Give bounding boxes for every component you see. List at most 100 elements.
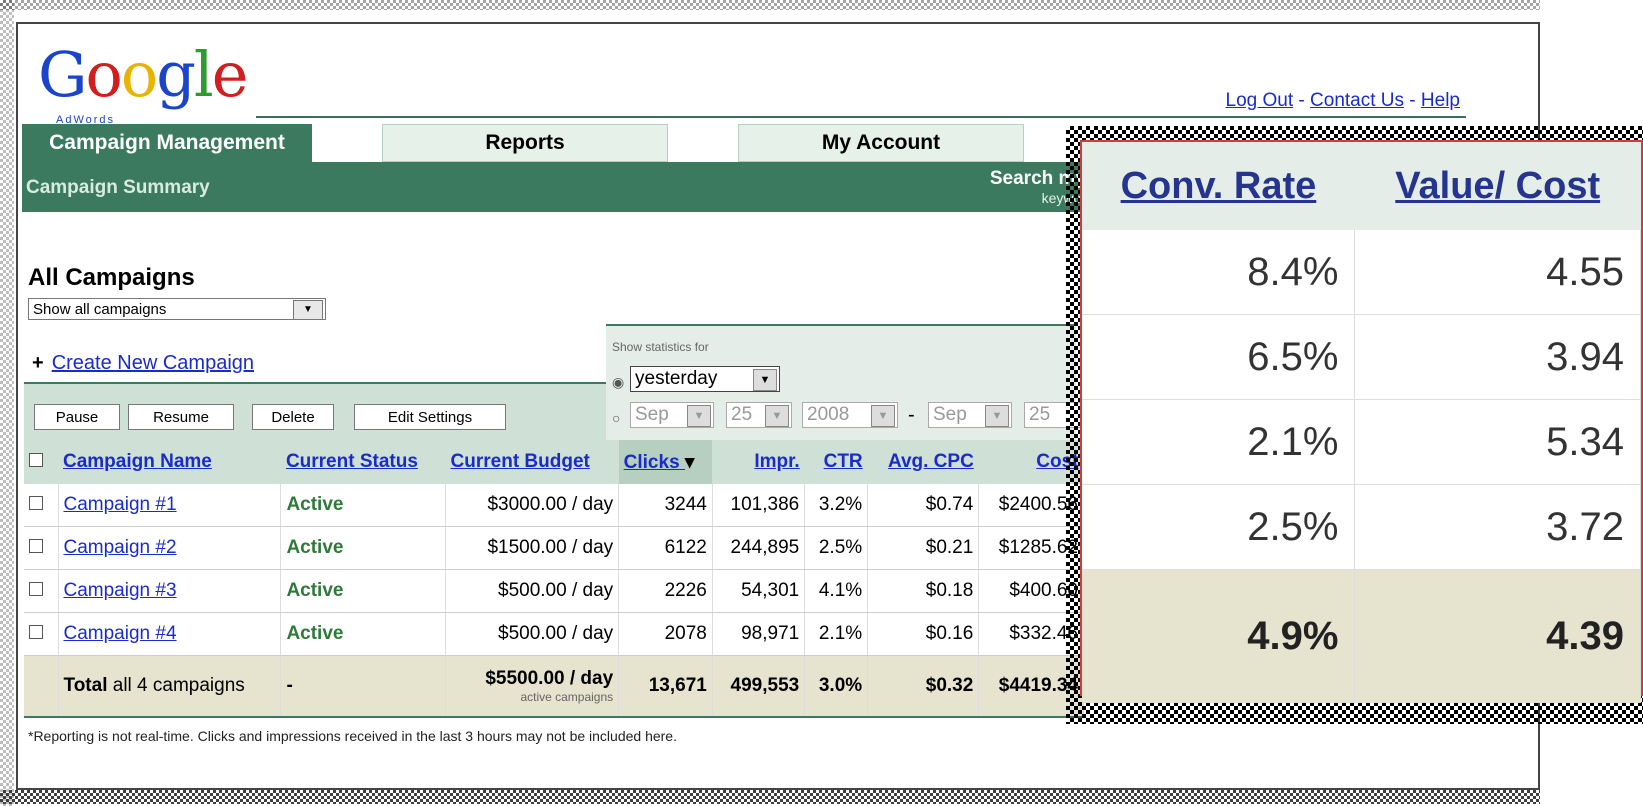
campaign-name-cell: Campaign #4 [58, 612, 282, 656]
budget-cell: $1500.00 / day [445, 526, 620, 570]
checker-border-bottom [0, 790, 1540, 804]
chevron-down-icon[interactable]: ▼ [765, 405, 789, 427]
from-year-value: 2008 [807, 404, 850, 425]
total-value-cost-cell: 4.39 [1354, 569, 1641, 703]
cpc-cell: $0.18 [867, 569, 980, 613]
help-link[interactable]: Help [1421, 90, 1460, 111]
ctr-cell: 2.5% [804, 526, 869, 570]
to-day-value: 25 [1029, 404, 1051, 425]
ctr-cell: 2.1% [804, 612, 869, 656]
row-select-cell [24, 612, 59, 656]
pause-button[interactable]: Pause [34, 404, 120, 430]
header-clicks[interactable]: Clicks ▾ [618, 440, 713, 484]
row-checkbox[interactable] [29, 496, 43, 510]
from-year-select[interactable]: 2008 ▼ [802, 402, 898, 428]
conv-rate-cell: 8.4% [1082, 230, 1356, 315]
select-all-checkbox[interactable] [29, 453, 43, 467]
zoom-header-row: Conv. Rate Value/ Cost [1082, 142, 1641, 230]
campaign-link[interactable]: Campaign #1 [64, 494, 177, 515]
tab-campaign-management[interactable]: Campaign Management [22, 124, 312, 162]
conversion-table: Conv. Rate Value/ Cost 8.4% 4.55 6.5% 3.… [1082, 142, 1641, 703]
header-campaign-name[interactable]: Campaign Name [58, 440, 281, 484]
impressions-cell: 101,386 [712, 484, 806, 527]
chevron-down-icon[interactable]: ▼ [871, 405, 895, 427]
radio-preset[interactable]: ◉ [612, 374, 624, 391]
table-header-row: Campaign Name Current Status Current Bud… [24, 440, 1084, 484]
campaign-link[interactable]: Campaign #2 [64, 537, 177, 558]
total-clicks-cell: 13,671 [618, 655, 713, 718]
from-month-value: Sep [635, 404, 669, 425]
from-month-select[interactable]: Sep ▼ [630, 402, 714, 428]
header-avg-cpc[interactable]: Avg. CPC [867, 440, 979, 484]
chevron-down-icon[interactable]: ▼ [293, 300, 323, 320]
contact-us-link[interactable]: Contact Us [1310, 90, 1404, 111]
zoom-row: 2.5% 3.72 [1082, 484, 1641, 570]
conv-rate-cell: 2.1% [1082, 399, 1356, 485]
zoom-row: 8.4% 4.55 [1082, 230, 1641, 315]
ctr-cell: 3.2% [804, 484, 869, 527]
conv-rate-cell: 2.5% [1082, 484, 1356, 570]
campaign-filter-select[interactable]: Show all campaigns ▼ [28, 298, 326, 320]
zoom-total-row: 4.9% 4.39 [1082, 569, 1641, 703]
total-conv-rate-cell: 4.9% [1082, 569, 1356, 703]
row-checkbox[interactable] [29, 539, 43, 553]
total-row: Total all 4 campaigns - $5500.00 / day ac… [24, 655, 1084, 718]
preset-range-select[interactable]: yesterday ▼ [630, 366, 780, 392]
total-cpc-cell: $0.32 [867, 655, 980, 718]
row-checkbox[interactable] [29, 625, 43, 639]
impressions-cell: 54,301 [712, 569, 806, 613]
status-cell: Active [280, 569, 447, 613]
preset-range-value: yesterday [635, 368, 718, 389]
status-cell: Active [280, 612, 447, 656]
header-current-status[interactable]: Current Status [280, 440, 446, 484]
sort-down-icon: ▾ [684, 451, 695, 473]
header-ctr[interactable]: CTR [804, 440, 868, 484]
tab-reports[interactable]: Reports [382, 124, 668, 162]
create-campaign-link[interactable]: Create New Campaign [52, 352, 254, 374]
edit-settings-button[interactable]: Edit Settings [354, 404, 506, 430]
impressions-cell: 98,971 [712, 612, 806, 656]
plus-icon: + [32, 352, 44, 374]
budget-cell: $500.00 / day [445, 569, 620, 613]
to-month-select[interactable]: Sep ▼ [928, 402, 1012, 428]
campaign-summary-link[interactable]: Campaign Summary [26, 177, 210, 199]
clicks-cell: 2226 [618, 569, 713, 613]
from-day-select[interactable]: 25 ▼ [726, 402, 792, 428]
status-cell: Active [280, 484, 447, 527]
clicks-cell: 6122 [618, 526, 713, 570]
total-spacer-cell [24, 655, 59, 718]
cpc-cell: $0.74 [867, 484, 980, 527]
header-conv-rate[interactable]: Conv. Rate [1082, 142, 1355, 230]
google-logo: Google [38, 38, 248, 111]
reporting-footnote: *Reporting is not real-time. Clicks and … [28, 728, 677, 744]
row-checkbox[interactable] [29, 582, 43, 596]
header-current-budget[interactable]: Current Budget [445, 440, 619, 484]
resume-button[interactable]: Resume [128, 404, 234, 430]
delete-button[interactable]: Delete [252, 404, 334, 430]
tab-my-account[interactable]: My Account [738, 124, 1024, 162]
total-label-sub: all 4 campaigns [112, 675, 245, 696]
create-campaign: + Create New Campaign [32, 352, 254, 375]
total-budget-sub: active campaigns [520, 690, 614, 704]
zoom-row: 2.1% 5.34 [1082, 399, 1641, 485]
clicks-cell: 3244 [618, 484, 713, 527]
chevron-down-icon[interactable]: ▼ [687, 405, 711, 427]
chevron-down-icon[interactable]: ▼ [753, 369, 777, 391]
total-budget: $5500.00 / day [485, 668, 614, 689]
status-cell: Active [280, 526, 447, 570]
to-month-value: Sep [933, 404, 967, 425]
radio-custom-range[interactable]: ○ [612, 410, 620, 426]
header-value-cost[interactable]: Value/ Cost [1354, 142, 1641, 230]
zoom-callout: Conv. Rate Value/ Cost 8.4% 4.55 6.5% 3.… [1080, 140, 1643, 703]
chevron-down-icon[interactable]: ▼ [985, 405, 1009, 427]
header-clicks-label: Clicks [623, 451, 680, 473]
campaign-link[interactable]: Campaign #4 [64, 623, 177, 644]
date-range-dash: - [908, 404, 915, 426]
cpc-cell: $0.21 [867, 526, 980, 570]
campaign-link[interactable]: Campaign #3 [64, 580, 177, 601]
ctr-cell: 4.1% [804, 569, 869, 613]
header-impressions[interactable]: Impr. [712, 440, 805, 484]
row-select-cell [24, 569, 59, 613]
logout-link[interactable]: Log Out [1226, 90, 1294, 111]
link-separator: - [1404, 90, 1421, 111]
